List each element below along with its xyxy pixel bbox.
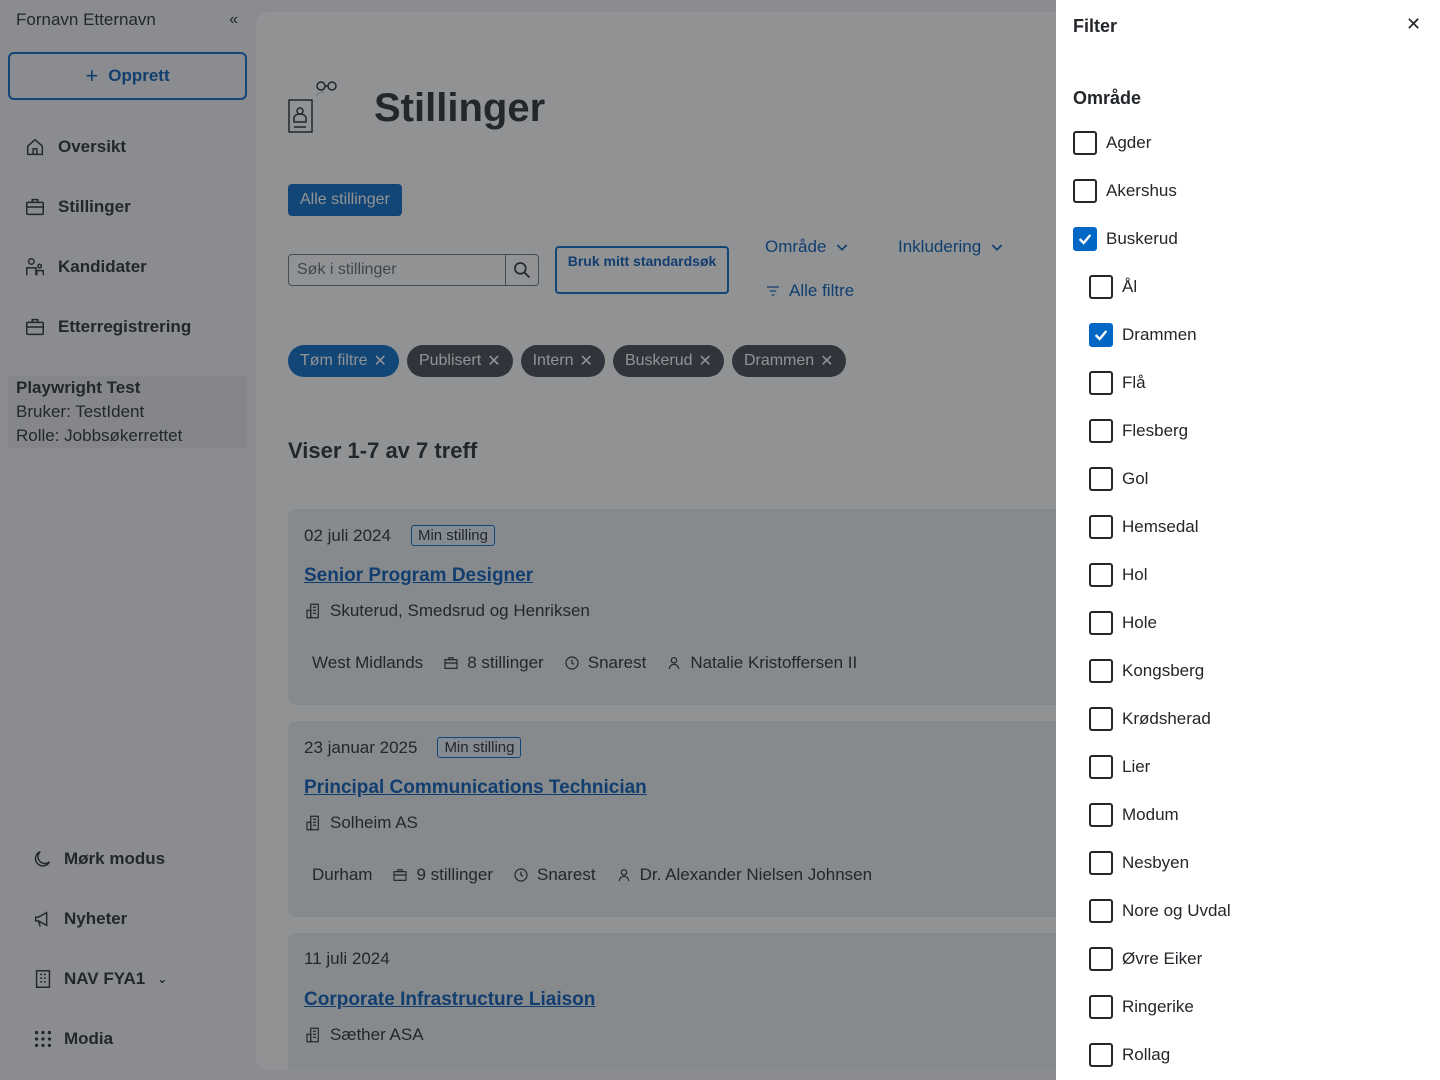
checkbox-label: Akershus: [1106, 181, 1177, 200]
area-checkbox[interactable]: Lier: [1089, 755, 1150, 779]
checkbox-label: Buskerud: [1106, 229, 1178, 248]
area-checkbox[interactable]: Rollag: [1089, 1043, 1170, 1067]
checkbox-unchecked[interactable]: [1073, 179, 1097, 203]
checkbox-label: Modum: [1122, 805, 1179, 824]
checkbox-unchecked[interactable]: [1089, 1043, 1113, 1067]
checkbox-label: Ringerike: [1122, 997, 1194, 1016]
area-checkbox[interactable]: Agder: [1073, 131, 1151, 155]
checkbox-label: Nore og Uvdal: [1122, 901, 1231, 920]
checkbox-label: Hol: [1122, 565, 1148, 584]
checkbox-label: Hole: [1122, 613, 1157, 632]
checkbox-unchecked[interactable]: [1089, 707, 1113, 731]
area-checkbox[interactable]: Øvre Eiker: [1089, 947, 1202, 971]
checkbox-unchecked[interactable]: [1089, 611, 1113, 635]
checkbox-unchecked[interactable]: [1089, 659, 1113, 683]
filter-panel: Filter ✕ Område Agder Akershus Buskerud Ål D…: [1056, 0, 1440, 1080]
checkbox-label: Flå: [1122, 373, 1146, 392]
checkbox-label: Ål: [1122, 277, 1138, 296]
checkbox-unchecked[interactable]: [1089, 275, 1113, 299]
area-checkbox[interactable]: Modum: [1089, 803, 1179, 827]
area-checkbox[interactable]: Ål: [1089, 275, 1137, 299]
checkmark-icon: [1078, 234, 1092, 245]
checkbox-label: Flesberg: [1122, 421, 1189, 440]
area-checkbox[interactable]: Nore og Uvdal: [1089, 899, 1231, 923]
checkbox-unchecked[interactable]: [1089, 803, 1113, 827]
area-checkbox[interactable]: Hole: [1089, 611, 1157, 635]
area-checkbox[interactable]: Nesbyen: [1089, 851, 1189, 875]
checkbox-unchecked[interactable]: [1089, 947, 1113, 971]
area-checkbox[interactable]: Akershus: [1073, 179, 1177, 203]
area-checkbox[interactable]: Hemsedal: [1089, 515, 1199, 539]
area-checkbox[interactable]: Flesberg: [1089, 419, 1188, 443]
checkbox-label: Krødsherad: [1122, 709, 1211, 728]
checkbox-unchecked[interactable]: [1089, 515, 1113, 539]
checkbox-unchecked[interactable]: [1089, 995, 1113, 1019]
area-checkbox[interactable]: Drammen: [1089, 323, 1197, 347]
checkbox-unchecked[interactable]: [1089, 899, 1113, 923]
modal-backdrop[interactable]: [0, 0, 1056, 1080]
checkbox-checked[interactable]: [1089, 323, 1113, 347]
checkbox-unchecked[interactable]: [1073, 131, 1097, 155]
checkbox-unchecked[interactable]: [1089, 851, 1113, 875]
checkbox-label: Kongsberg: [1122, 661, 1205, 680]
area-checkbox[interactable]: Hol: [1089, 563, 1148, 587]
checkbox-unchecked[interactable]: [1089, 563, 1113, 587]
checkbox-label: Øvre Eiker: [1122, 949, 1203, 968]
checkbox-label: Drammen: [1122, 325, 1197, 344]
checkbox-label: Nesbyen: [1122, 853, 1190, 872]
area-checkbox[interactable]: Ringerike: [1089, 995, 1194, 1019]
checkbox-label: Lier: [1122, 757, 1151, 776]
checkbox-unchecked[interactable]: [1089, 467, 1113, 491]
area-checkbox[interactable]: Kongsberg: [1089, 659, 1204, 683]
checkbox-unchecked[interactable]: [1089, 419, 1113, 443]
filter-panel-title: Filter: [1073, 16, 1118, 36]
area-section-title: Område: [1073, 88, 1142, 108]
checkbox-label: Hemsedal: [1122, 517, 1199, 536]
checkbox-label: Agder: [1106, 133, 1152, 152]
area-checkbox[interactable]: Flå: [1089, 371, 1146, 395]
checkbox-unchecked[interactable]: [1089, 371, 1113, 395]
checkbox-checked[interactable]: [1073, 227, 1097, 251]
area-checkbox[interactable]: Buskerud: [1073, 227, 1178, 251]
checkmark-icon: [1094, 330, 1108, 341]
area-checkbox[interactable]: Krødsherad: [1089, 707, 1211, 731]
checkbox-label: Gol: [1122, 469, 1149, 488]
close-icon[interactable]: ✕: [1406, 14, 1421, 35]
checkbox-unchecked[interactable]: [1089, 755, 1113, 779]
checkbox-label: Rollag: [1122, 1045, 1171, 1064]
area-checkbox[interactable]: Gol: [1089, 467, 1148, 491]
